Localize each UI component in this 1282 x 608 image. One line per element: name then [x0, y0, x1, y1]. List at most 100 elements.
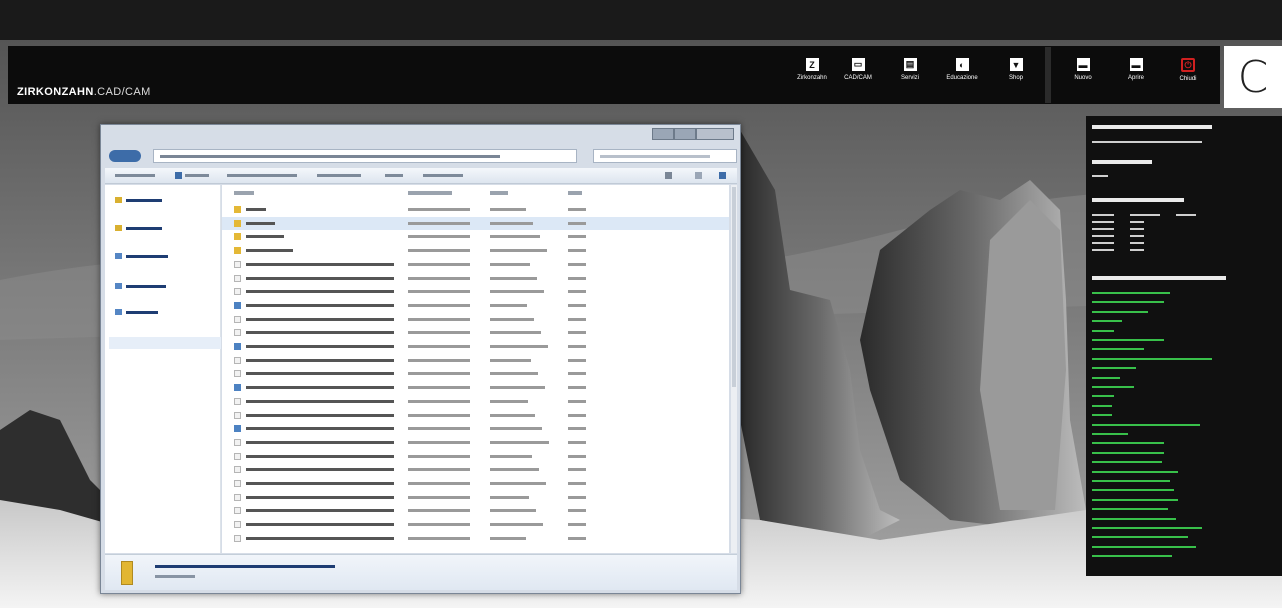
model-link[interactable] — [1092, 395, 1114, 398]
model-link[interactable] — [1092, 480, 1170, 482]
toolbar-cad-cam-button[interactable]: ▭ CAD/CAM — [836, 58, 880, 81]
file-row-cell — [490, 468, 539, 472]
nav-homegroup[interactable] — [115, 253, 168, 259]
preview-pane-icon[interactable] — [695, 172, 702, 179]
model-link[interactable] — [1092, 545, 1196, 548]
organize-menu[interactable] — [115, 174, 155, 177]
column-type[interactable] — [490, 191, 508, 195]
column-date-modified[interactable] — [408, 191, 452, 195]
model-link[interactable] — [1092, 320, 1122, 323]
file-row[interactable] — [222, 354, 729, 367]
file-icon — [234, 260, 241, 268]
file-row[interactable] — [222, 504, 729, 517]
nav-selection-highlight — [109, 337, 221, 349]
open-command[interactable] — [185, 174, 209, 177]
model-link[interactable] — [1092, 310, 1148, 313]
column-name[interactable] — [234, 191, 254, 195]
nav-computer[interactable] — [115, 283, 166, 289]
nav-libraries[interactable] — [115, 225, 162, 231]
file-row[interactable] — [222, 340, 729, 353]
model-link[interactable] — [1092, 348, 1144, 351]
model-link[interactable] — [1092, 489, 1174, 492]
maximize-button[interactable] — [674, 128, 696, 140]
file-row-cell — [408, 276, 470, 280]
address-bar[interactable] — [153, 149, 577, 163]
toolbar-aprire-label: Aprire — [1127, 75, 1144, 81]
file-list — [222, 185, 729, 553]
nav-favorites[interactable] — [115, 197, 162, 203]
toolbar-chiudi-button[interactable]: ⏻ Chiudi — [1166, 58, 1210, 82]
file-row[interactable] — [222, 463, 729, 476]
share-with-menu[interactable] — [317, 174, 361, 177]
scrollbar-thumb[interactable] — [732, 187, 736, 387]
file-row[interactable] — [222, 477, 729, 490]
model-link[interactable] — [1092, 423, 1200, 426]
file-row[interactable] — [222, 244, 729, 257]
model-link[interactable] — [1092, 414, 1112, 417]
file-row[interactable] — [222, 258, 729, 271]
help-icon[interactable] — [719, 172, 726, 179]
toolbar-shop-button[interactable]: ▼ Shop — [994, 58, 1038, 81]
toolbar-aprire-button[interactable]: ▬ Aprire — [1114, 58, 1158, 81]
file-row[interactable] — [222, 450, 729, 463]
model-link[interactable] — [1092, 339, 1164, 341]
nav-network[interactable] — [115, 309, 158, 315]
model-link[interactable] — [1092, 442, 1164, 445]
search-box[interactable] — [593, 149, 737, 163]
file-row[interactable] — [222, 203, 729, 216]
image-file-icon — [234, 343, 241, 350]
model-link[interactable] — [1092, 357, 1212, 360]
model-link[interactable] — [1092, 451, 1164, 454]
new-folder-command[interactable] — [423, 174, 463, 177]
close-button[interactable] — [696, 128, 734, 140]
file-row[interactable] — [222, 409, 729, 422]
model-link[interactable] — [1092, 517, 1176, 520]
model-link[interactable] — [1092, 555, 1172, 558]
file-list-scrollbar[interactable] — [731, 185, 737, 553]
file-row[interactable] — [222, 381, 729, 394]
model-link[interactable] — [1092, 433, 1128, 435]
model-link[interactable] — [1092, 329, 1114, 332]
file-row-cell — [490, 303, 527, 307]
model-link[interactable] — [1092, 508, 1168, 511]
file-row[interactable] — [222, 491, 729, 504]
toolbar-educazione-button[interactable]: ◐ Educazione — [940, 58, 984, 81]
toolbar-zirkonzahn-button[interactable]: Z Zirkonzahn — [790, 58, 834, 81]
toolbar-servizi-button[interactable]: ▤ Servizi — [888, 58, 932, 81]
file-row[interactable] — [222, 285, 729, 298]
file-row[interactable] — [222, 230, 729, 243]
burn-command[interactable] — [385, 174, 403, 177]
model-link[interactable] — [1092, 404, 1112, 407]
file-row[interactable] — [222, 422, 729, 435]
file-row[interactable] — [222, 326, 729, 339]
model-link[interactable] — [1092, 292, 1170, 294]
model-link[interactable] — [1092, 386, 1134, 388]
model-link[interactable] — [1092, 536, 1188, 539]
app-title-rest: .CAD/CAM — [93, 86, 151, 98]
file-icon — [234, 356, 241, 364]
file-row[interactable] — [222, 367, 729, 380]
file-row[interactable] — [222, 395, 729, 408]
file-row[interactable] — [222, 313, 729, 326]
file-row[interactable] — [222, 299, 729, 312]
file-row[interactable] — [222, 216, 729, 230]
model-link[interactable] — [1092, 301, 1164, 304]
model-link[interactable] — [1092, 367, 1136, 370]
include-in-library-menu[interactable] — [227, 174, 297, 177]
minimize-button[interactable] — [652, 128, 674, 140]
back-forward-buttons[interactable] — [109, 150, 141, 162]
column-size[interactable] — [568, 191, 582, 195]
file-row-cell — [568, 345, 586, 348]
model-link[interactable] — [1092, 470, 1178, 473]
file-row-cell — [568, 523, 586, 527]
file-row[interactable] — [222, 518, 729, 531]
model-link[interactable] — [1092, 527, 1202, 529]
model-link[interactable] — [1092, 498, 1178, 501]
file-row[interactable] — [222, 436, 729, 449]
view-options-icon[interactable] — [665, 172, 672, 179]
toolbar-nuovo-button[interactable]: ▬ Nuovo — [1061, 58, 1105, 81]
file-row[interactable] — [222, 532, 729, 545]
model-link[interactable] — [1092, 376, 1120, 379]
file-row[interactable] — [222, 272, 729, 285]
model-link[interactable] — [1092, 461, 1162, 464]
